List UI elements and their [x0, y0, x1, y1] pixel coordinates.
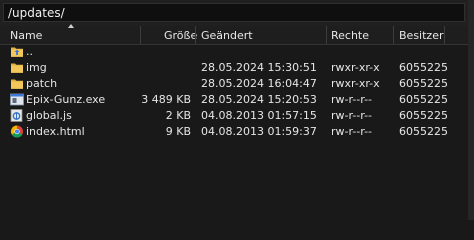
file-permissions: rw-r--r--: [331, 109, 373, 122]
file-owner: 6055225: [399, 77, 448, 90]
col-permissions[interactable]: Rechte: [331, 29, 369, 42]
col-name[interactable]: Name: [10, 29, 42, 42]
column-divider[interactable]: [444, 26, 445, 44]
file-permissions: rw-r--r--: [331, 93, 373, 106]
window-edge: [468, 0, 474, 220]
file-modified: 28.05.2024 15:30:51: [201, 61, 317, 74]
file-modified: 04.08.2013 01:59:37: [201, 125, 317, 138]
file-permissions: rwxr-xr-x: [331, 61, 380, 74]
file-list: .. img 28.05.2024 15:30:51 rwxr-xr-x 605…: [0, 44, 468, 140]
file-name: Epix-Gunz.exe: [26, 93, 106, 106]
sort-ascending-icon: [68, 24, 74, 28]
file-size: 3 489 KB: [141, 93, 191, 106]
file-row-parent[interactable]: ..: [0, 44, 468, 60]
file-row-global-js[interactable]: global.js 2 KB 04.08.2013 01:57:15 rw-r-…: [0, 108, 468, 124]
folder-up-icon: [11, 47, 23, 57]
folder-icon: [11, 79, 23, 89]
file-owner: 6055225: [399, 61, 448, 74]
file-owner: 6055225: [399, 125, 448, 138]
col-size[interactable]: Größe: [164, 29, 197, 42]
file-row-patch[interactable]: patch 28.05.2024 16:04:47 rwxr-xr-x 6055…: [0, 76, 468, 92]
file-modified: 28.05.2024 16:04:47: [201, 77, 317, 90]
column-divider[interactable]: [140, 26, 141, 44]
file-name: ..: [26, 45, 33, 58]
file-modified: 28.05.2024 15:20:53: [201, 93, 317, 106]
file-name: global.js: [26, 109, 72, 122]
column-divider[interactable]: [195, 26, 196, 44]
file-name: patch: [26, 77, 58, 90]
file-name: img: [26, 61, 47, 74]
file-owner: 6055225: [399, 109, 448, 122]
path-text: /updates/: [8, 6, 65, 20]
file-modified: 04.08.2013 01:57:15: [201, 109, 317, 122]
path-field[interactable]: /updates/: [3, 3, 465, 22]
exe-file-icon: [10, 93, 24, 106]
file-permissions: rwxr-xr-x: [331, 77, 380, 90]
file-permissions: rw-r--r--: [331, 125, 373, 138]
path-toolbar: /updates/: [0, 0, 474, 26]
file-row-img[interactable]: img 28.05.2024 15:30:51 rwxr-xr-x 605522…: [0, 60, 468, 76]
folder-icon: [11, 63, 23, 73]
file-row-epix-gunz-exe[interactable]: Epix-Gunz.exe 3 489 KB 28.05.2024 15:20:…: [0, 92, 468, 108]
file-name: index.html: [26, 125, 85, 138]
js-file-icon: [10, 109, 23, 122]
column-divider[interactable]: [326, 26, 327, 44]
chrome-html-icon: [10, 125, 23, 138]
col-modified[interactable]: Geändert: [201, 29, 253, 42]
file-size: 2 KB: [165, 109, 191, 122]
col-owner[interactable]: Besitzer: [399, 29, 443, 42]
column-divider[interactable]: [393, 26, 394, 44]
file-owner: 6055225: [399, 93, 448, 106]
file-row-index-html[interactable]: index.html 9 KB 04.08.2013 01:59:37 rw-r…: [0, 124, 468, 140]
file-size: 9 KB: [165, 125, 191, 138]
column-header: Name Größe Geändert Rechte Besitzer: [0, 24, 468, 45]
